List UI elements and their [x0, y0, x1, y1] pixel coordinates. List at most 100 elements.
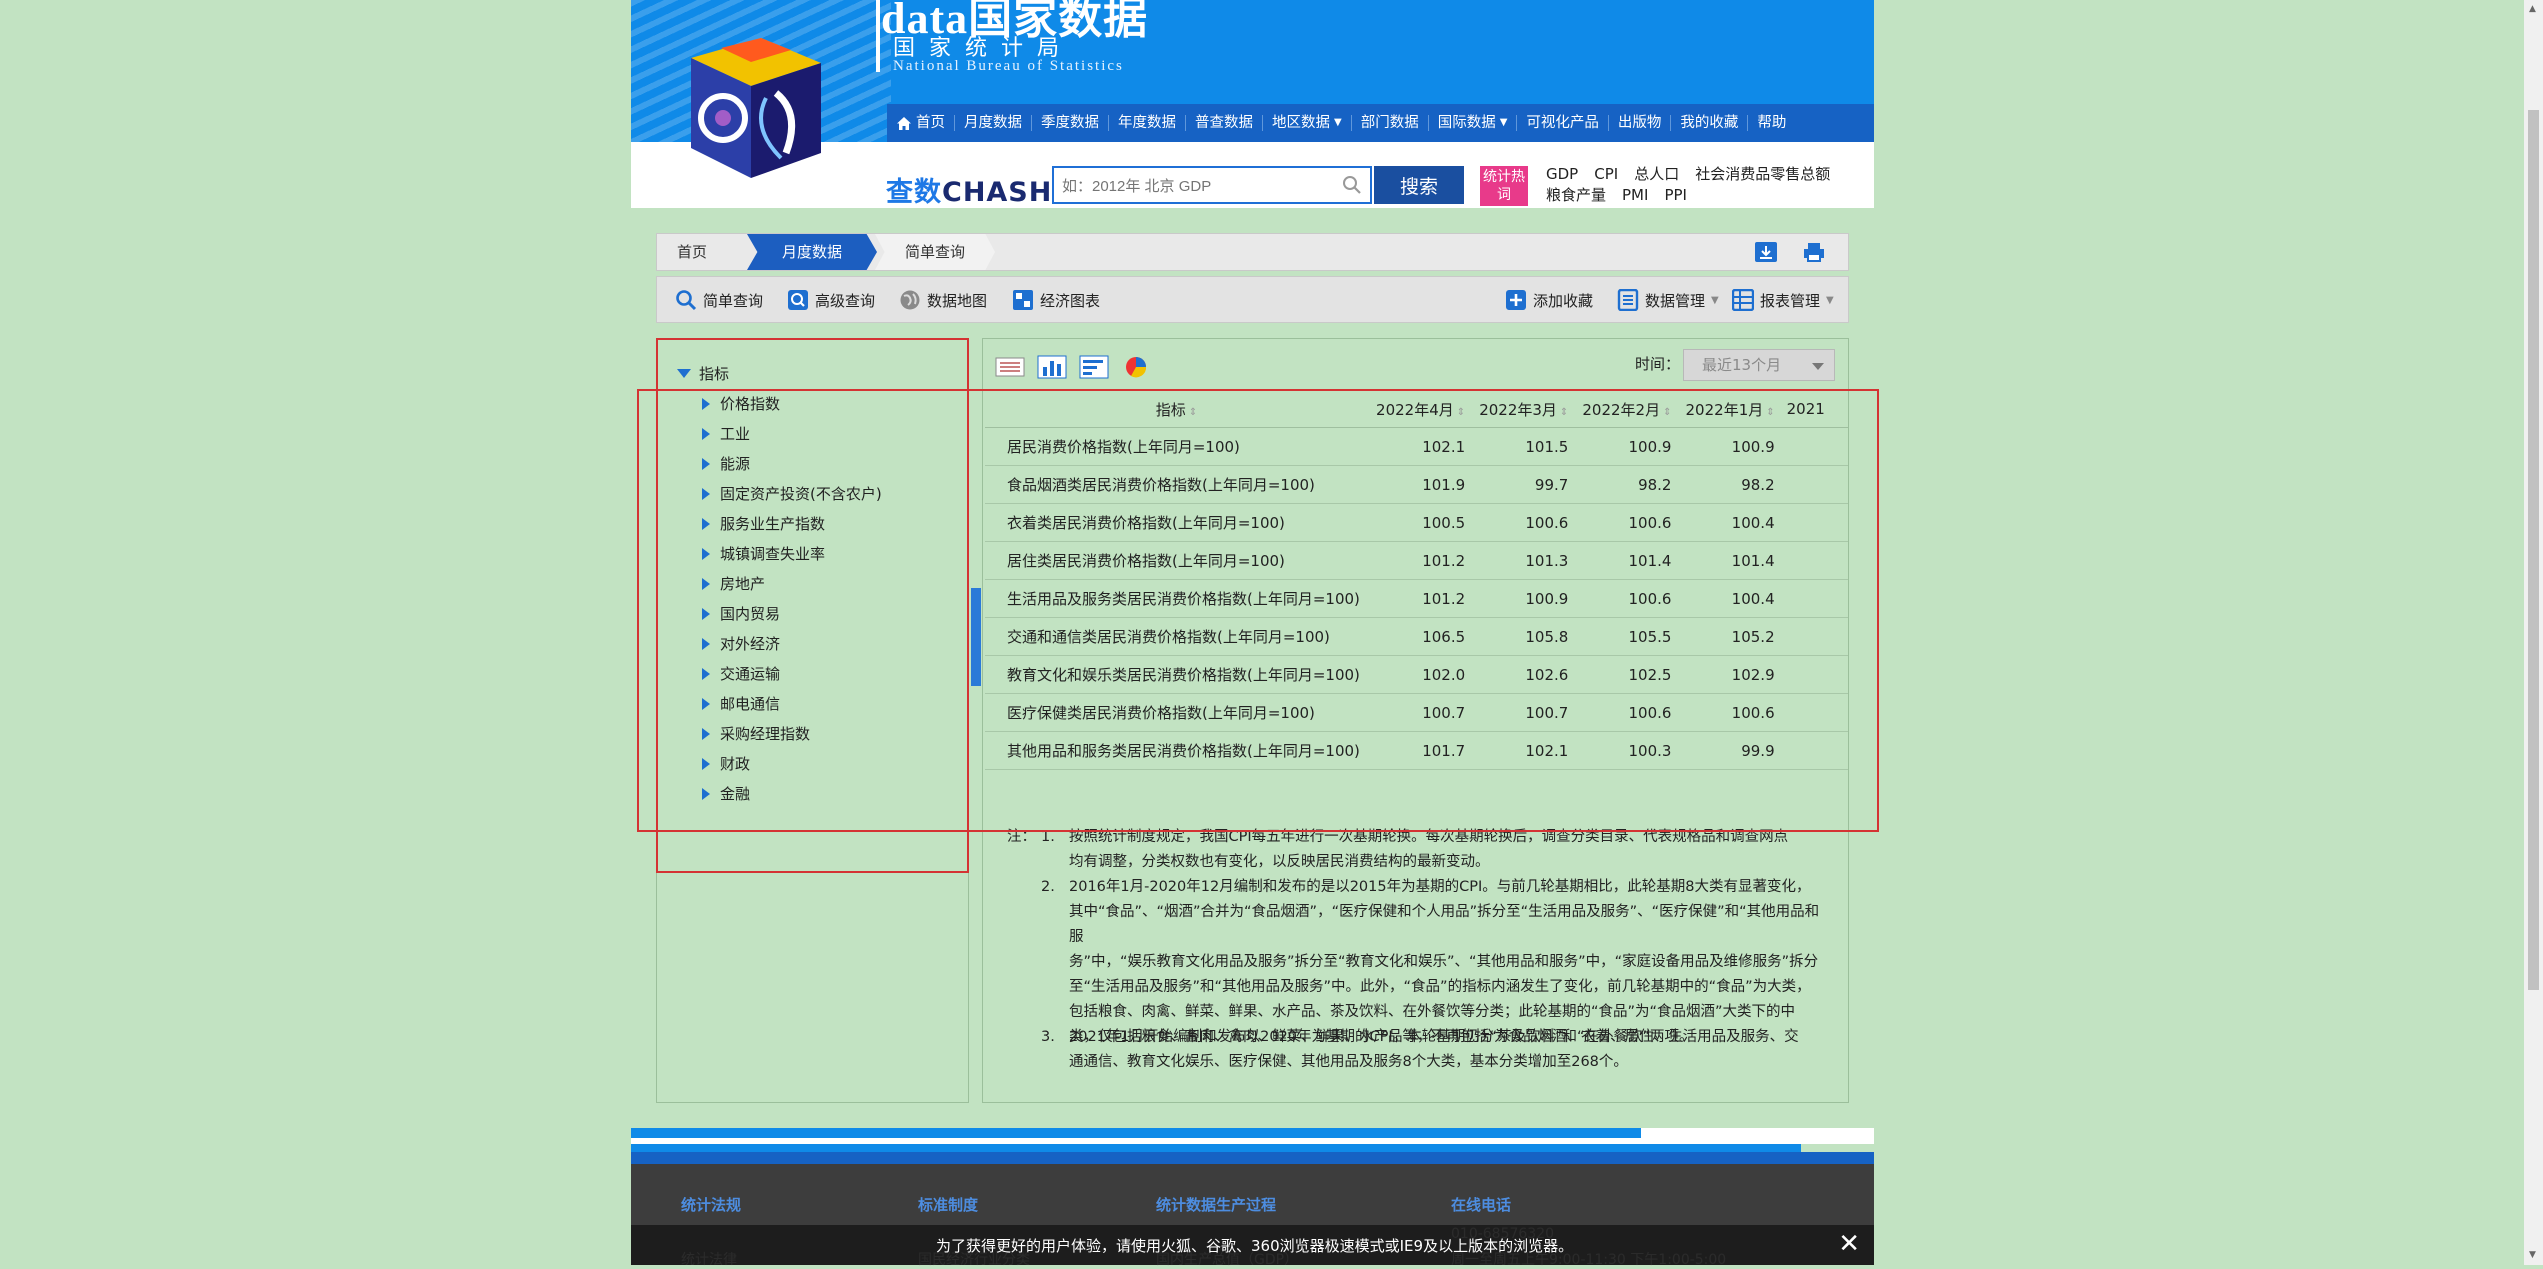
tree-item[interactable]: 工业: [702, 423, 750, 444]
footer-heading[interactable]: 标准制度: [918, 1194, 978, 1215]
pie-chart-icon[interactable]: [1121, 355, 1151, 379]
footer-heading[interactable]: 统计数据生产过程: [1156, 1194, 1276, 1215]
scroll-up-arrow-icon[interactable]: ▲: [2529, 4, 2536, 14]
hot-term-link[interactable]: GDP: [1546, 165, 1578, 183]
chart-grid-icon: [1013, 290, 1033, 310]
data-manage-menu[interactable]: 数据管理 ▼: [1617, 289, 1719, 311]
nav-publications[interactable]: 出版物: [1609, 115, 1672, 131]
tree-item[interactable]: 城镇调查失业率: [702, 543, 825, 564]
note-line: 通通信、教育文化娱乐、医疗保健、其他用品及服务8个大类，基本分类增加至268个。: [1069, 1054, 1628, 1070]
table-cell-indicator: 生活用品及服务类居民消费价格指数(上年同月=100): [985, 579, 1368, 618]
breadcrumb-monthly[interactable]: 月度数据: [747, 234, 877, 270]
plus-icon: [1506, 290, 1526, 310]
page-scrollbar-thumb[interactable]: [2528, 110, 2539, 990]
close-icon[interactable]: ✕: [1838, 1229, 1860, 1259]
tree-item[interactable]: 国内贸易: [702, 603, 780, 624]
breadcrumb-simple-query[interactable]: 简单查询: [875, 234, 995, 270]
table-cell: 100.6: [1574, 503, 1678, 542]
table-cell: 100.9: [1574, 427, 1678, 466]
nav-department[interactable]: 部门数据: [1352, 115, 1429, 131]
tree-item[interactable]: 财政: [702, 753, 750, 774]
hot-term-link[interactable]: 粮食产量: [1546, 186, 1606, 204]
table-cell: 102.5: [1574, 655, 1678, 694]
hot-term-link[interactable]: PPI: [1664, 186, 1687, 204]
tree-item-label: 邮电通信: [720, 695, 781, 713]
nav-favorites[interactable]: 我的收藏: [1671, 115, 1749, 131]
tree-item[interactable]: 房地产: [702, 573, 765, 594]
hot-term-link[interactable]: PMI: [1622, 186, 1648, 204]
tree-root[interactable]: 指标: [677, 363, 729, 384]
nav-label: 首页: [916, 115, 945, 131]
table-cell: 105.5: [1574, 617, 1678, 656]
tree-item[interactable]: 采购经理指数: [702, 723, 810, 744]
column-header-indicator[interactable]: 指标 ⇕: [985, 391, 1368, 428]
footer-heading[interactable]: 统计法规: [681, 1194, 741, 1215]
table-cell: 102.6: [1471, 655, 1575, 694]
nav-regional[interactable]: 地区数据 ▼: [1263, 115, 1352, 131]
search-button[interactable]: 搜索: [1374, 166, 1464, 204]
horizontal-bar-icon[interactable]: [1079, 355, 1109, 379]
hot-terms-line: GDP CPI 总人口 社会消费品零售总额: [1546, 164, 1876, 185]
hot-terms-badge: 统计热词: [1480, 166, 1528, 206]
search-box: [1052, 166, 1372, 204]
report-manage-menu[interactable]: 报表管理 ▼: [1732, 289, 1834, 311]
tree-item[interactable]: 交通运输: [702, 663, 780, 684]
browser-notice-text: 为了获得更好的用户体验，请使用火狐、谷歌、360浏览器极速模式或IE9及以上版本…: [936, 1237, 1574, 1255]
table-cell: [1780, 465, 1848, 504]
column-header[interactable]: 2022年1月 ⇕: [1677, 391, 1781, 428]
econ-chart-button[interactable]: 经济图表: [1012, 289, 1100, 311]
data-map-button[interactable]: 数据地图: [899, 289, 987, 311]
column-header[interactable]: 2022年2月 ⇕: [1574, 391, 1678, 428]
nav-annual[interactable]: 年度数据: [1109, 115, 1186, 131]
print-icon[interactable]: [1802, 241, 1826, 263]
chevron-down-icon: ▼: [1334, 117, 1342, 128]
caret-right-icon: [702, 727, 710, 740]
column-header[interactable]: 2022年4月 ⇕: [1368, 391, 1472, 428]
column-header[interactable]: 2021: [1780, 391, 1848, 428]
hot-term-link[interactable]: CPI: [1594, 165, 1618, 183]
search-icon[interactable]: [1342, 175, 1362, 195]
panel-splitter-handle[interactable]: [971, 588, 981, 686]
chevron-down-icon: ▼: [1826, 294, 1834, 306]
table-cell: 106.5: [1368, 617, 1472, 656]
column-header-label: 2022年4月: [1376, 400, 1454, 419]
tree-item-label: 城镇调查失业率: [720, 545, 826, 563]
advanced-query-button[interactable]: 高级查询: [787, 289, 875, 311]
nav-help[interactable]: 帮助: [1748, 115, 1795, 131]
nav-home[interactable]: 首页: [887, 115, 955, 131]
nav-visual[interactable]: 可视化产品: [1517, 115, 1609, 131]
tree-item-label: 服务业生产指数: [720, 515, 826, 533]
nav-quarterly[interactable]: 季度数据: [1032, 115, 1109, 131]
nav-international[interactable]: 国际数据 ▼: [1429, 115, 1518, 131]
column-header[interactable]: 2022年3月 ⇕: [1471, 391, 1575, 428]
scroll-down-arrow-icon[interactable]: ▼: [2529, 1250, 2536, 1260]
bar-chart-icon[interactable]: [1037, 355, 1067, 379]
table-view-icon[interactable]: [995, 355, 1025, 379]
tree-item[interactable]: 能源: [702, 453, 750, 474]
table-cell: [1780, 579, 1848, 618]
page-scrollbar[interactable]: ▲ ▼: [2524, 0, 2543, 1265]
caret-right-icon: [702, 577, 710, 590]
hot-term-link[interactable]: 总人口: [1634, 165, 1679, 183]
add-favorite-button[interactable]: 添加收藏: [1505, 289, 1593, 311]
table-cell: 100.9: [1471, 579, 1575, 618]
tree-item[interactable]: 邮电通信: [702, 693, 780, 714]
search-input[interactable]: [1060, 174, 1334, 198]
tree-item[interactable]: 服务业生产指数: [702, 513, 825, 534]
time-range-value: 最近13个月: [1702, 356, 1782, 374]
hot-term-link[interactable]: 社会消费品零售总额: [1695, 165, 1830, 183]
tree-item[interactable]: 固定资产投资(不含农户): [702, 483, 882, 504]
nav-census[interactable]: 普查数据: [1186, 115, 1263, 131]
breadcrumb-home[interactable]: 首页: [677, 234, 707, 270]
simple-query-button[interactable]: 简单查询: [675, 289, 763, 311]
note-line: 包括粮食、肉禽、鲜菜、鲜果、水产品、茶及饮料、在外餐饮等分类；此轮基期的“食品”…: [1069, 1004, 1796, 1020]
tree-item[interactable]: 对外经济: [702, 633, 780, 654]
tree-item[interactable]: 价格指数: [702, 393, 780, 414]
table-cell: [1780, 541, 1848, 580]
tree-item[interactable]: 金融: [702, 783, 750, 804]
download-icon[interactable]: [1754, 241, 1778, 263]
time-range-select[interactable]: 最近13个月: [1683, 349, 1835, 381]
table-cell: 101.2: [1368, 541, 1472, 580]
nav-monthly[interactable]: 月度数据: [955, 115, 1032, 131]
caret-right-icon: [702, 517, 710, 530]
